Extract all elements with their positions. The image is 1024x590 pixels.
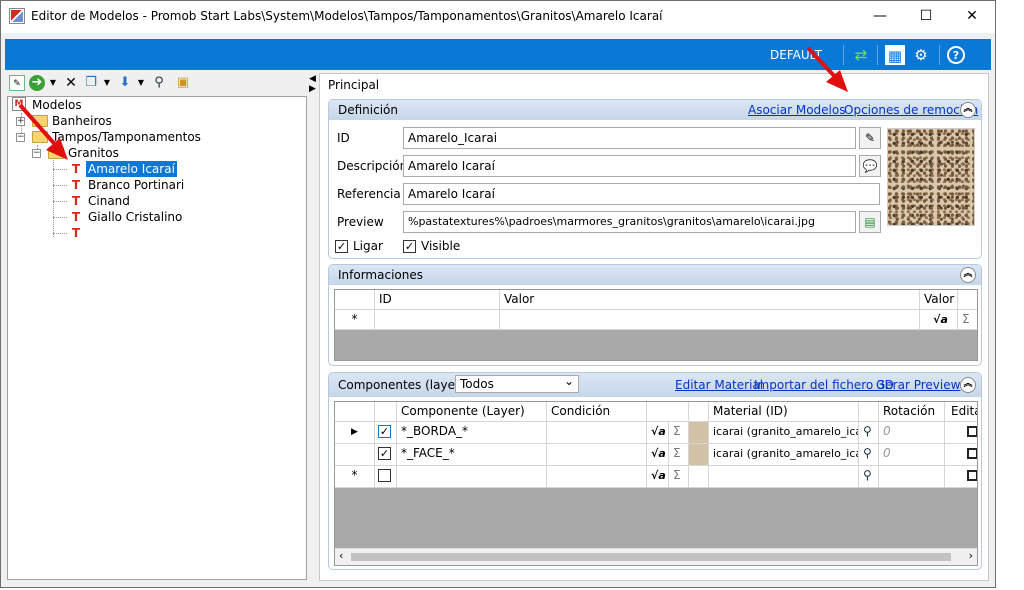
arrow-to-tree [18,103,68,160]
arrow-shaft [806,46,840,82]
arrow-head [46,138,68,160]
arrow-to-opciones [806,46,848,92]
annotation-arrows [18,46,848,160]
